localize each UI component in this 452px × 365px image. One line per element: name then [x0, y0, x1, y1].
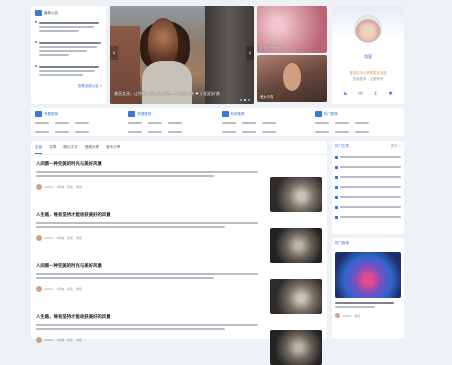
notice-card: 最新公告 查看全部公告 »	[31, 6, 106, 104]
carousel-caption: 美丽女孩，让你的心灵从此绽放——漂亮女孩 ❤ 小姐姐好美	[114, 91, 220, 96]
weibo-login-icon[interactable]: ⚓	[373, 91, 377, 97]
notice-icon	[35, 10, 42, 16]
quick-col-title[interactable]: 资源推荐	[137, 112, 151, 117]
article-meta: admin · 1年前 · 评论 · 浏览	[44, 287, 82, 291]
hero-carousel[interactable]: ‹ › 美丽女孩，让你的心灵从此绽放——漂亮女孩 ❤ 小姐姐好美	[110, 6, 254, 104]
quick-col-title[interactable]: 系统推荐	[231, 112, 245, 117]
user-desc-2[interactable]: 快速登录 · 注册账号	[332, 76, 404, 81]
article-meta: admin · 1年前 · 评论 · 浏览	[44, 185, 82, 189]
settings-icon[interactable]: ✱	[388, 91, 392, 97]
notice-item[interactable]	[35, 64, 102, 78]
recommend-image[interactable]	[335, 252, 401, 298]
article-meta: admin · 1年前 · 评论 · 浏览	[44, 236, 82, 240]
widget-more-link[interactable]: 更多 »	[391, 144, 401, 149]
folder-icon	[35, 111, 42, 117]
notice-item[interactable]	[35, 20, 102, 34]
author-avatar	[36, 286, 42, 292]
list-item[interactable]	[335, 212, 401, 222]
thumb-card[interactable]: 粉色花海美景	[257, 6, 327, 53]
article-title[interactable]: 人间第一种完美的时光与美好风景	[36, 161, 261, 167]
list-item[interactable]	[335, 172, 401, 182]
list-item[interactable]	[335, 162, 401, 172]
carousel-next-button[interactable]: ›	[246, 46, 254, 60]
article-title[interactable]: 人生路，唯有坚持才能收获美好的风景	[36, 314, 261, 320]
list-item[interactable]	[335, 152, 401, 162]
thumb-caption: 美女写真	[260, 95, 274, 99]
carousel-prev-button[interactable]: ‹	[110, 46, 118, 60]
folder-icon	[128, 111, 136, 117]
article-thumbnail[interactable]	[270, 330, 322, 365]
notice-item[interactable]	[35, 40, 102, 58]
folder-icon	[314, 111, 322, 117]
quick-col[interactable]: 系统推荐	[218, 108, 311, 136]
tab-images[interactable]: 图片文字	[63, 145, 77, 154]
list-item[interactable]	[335, 192, 401, 202]
author-avatar	[36, 337, 42, 343]
qq-login-icon[interactable]: ☯	[343, 91, 347, 97]
tab-music[interactable]: 音乐分享	[106, 145, 120, 154]
list-item[interactable]: 人间第一种完美的时光与美好风景 admin · 1年前 · 评论 · 浏览	[31, 257, 327, 314]
list-item[interactable]: 人生路，唯有坚持才能收获美好的风景 admin · 1年前 · 评论 · 浏览	[31, 308, 327, 365]
carousel-dots[interactable]	[240, 99, 250, 101]
widget-title: 热门文章	[335, 144, 349, 148]
folder-icon	[221, 111, 229, 117]
quick-links: 专题推荐 资源推荐 系统推荐 热门推荐	[31, 108, 404, 136]
quick-col-title[interactable]: 热门推荐	[324, 112, 338, 117]
wechat-login-icon[interactable]: ✉	[358, 91, 362, 97]
notice-title: 最新公告	[44, 10, 58, 15]
tab-bar: 全部 文章 图片文字 视频分享 音乐分享	[31, 141, 327, 155]
user-name[interactable]: 游客	[332, 54, 404, 60]
article-title[interactable]: 人生路，唯有坚持才能收获美好的风景	[36, 212, 261, 218]
list-item[interactable]: 人间第一种完美的时光与美好风景 admin · 1年前 · 评论 · 浏览	[31, 155, 327, 212]
widget-title: 热门推荐	[335, 241, 349, 245]
user-desc: 登录后可以享受更多功能	[349, 71, 387, 75]
list-item[interactable]	[335, 202, 401, 212]
author-avatar	[36, 235, 42, 241]
author-avatar	[36, 184, 42, 190]
avatar[interactable]	[354, 15, 382, 43]
quick-col[interactable]: 专题推荐	[31, 108, 124, 136]
author-avatar	[335, 313, 340, 318]
quick-col[interactable]: 资源推荐	[124, 108, 217, 136]
tab-all[interactable]: 全部	[35, 145, 43, 154]
list-item[interactable]	[335, 182, 401, 192]
recommend-meta: admin · 浏览	[342, 313, 361, 318]
thumb-card[interactable]: 美女写真	[257, 55, 327, 102]
recommend-widget: 热门推荐 admin · 浏览	[332, 238, 404, 339]
hot-articles-widget: 热门文章 更多 »	[332, 141, 404, 234]
notice-more-link[interactable]: 查看全部公告 »	[35, 84, 102, 89]
user-card: 游客 登录后可以享受更多功能 快速登录 · 注册账号 ☯ ✉ ⚓ ✱	[332, 6, 404, 104]
thumb-caption: 粉色花海美景	[260, 46, 281, 50]
quick-col-title[interactable]: 专题推荐	[44, 112, 58, 117]
article-title[interactable]: 人间第一种完美的时光与美好风景	[36, 263, 261, 269]
list-item[interactable]: 人生路，唯有坚持才能收获美好的风景 admin · 1年前 · 评论 · 浏览	[31, 206, 327, 263]
tab-articles[interactable]: 文章	[49, 145, 56, 154]
tab-video[interactable]: 视频分享	[85, 145, 99, 154]
quick-col[interactable]: 热门推荐	[311, 108, 404, 136]
article-list: 全部 文章 图片文字 视频分享 音乐分享 人间第一种完美的时光与美好风景 adm…	[31, 141, 327, 365]
